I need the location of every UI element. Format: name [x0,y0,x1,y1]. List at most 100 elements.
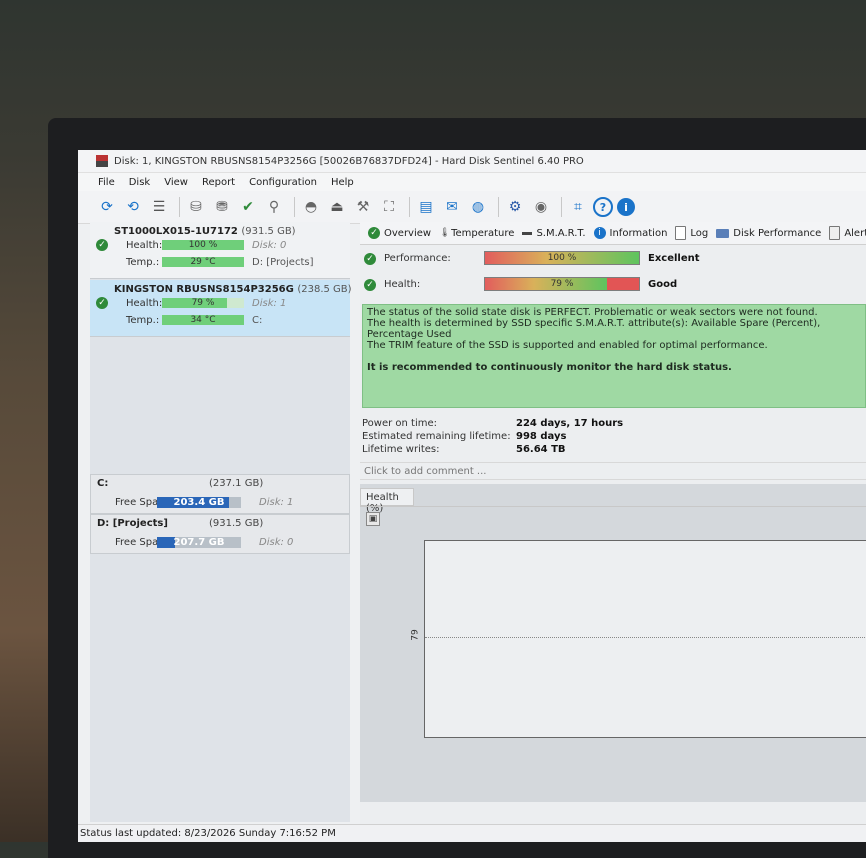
refresh-warning-icon[interactable]: ⟲ [122,196,144,218]
disk-schedule-icon[interactable]: ⛃ [211,196,233,218]
stat-row: Estimated remaining lifetime: 998 days [362,431,866,444]
tab-smart[interactable]: S.M.A.R.T. [522,228,586,239]
list-icon[interactable]: ☰ [148,196,170,218]
info-icon: i [593,227,606,239]
refresh-icon[interactable]: ⟳ [96,196,118,218]
temp-value: 34 °C [190,315,216,325]
menu-report[interactable]: Report [202,177,235,188]
tab-overview[interactable]: ✓ Overview [368,227,431,239]
stat-value: 56.64 TB [516,444,566,455]
stat-row: Power on time: 224 days, 17 hours [362,418,866,431]
disk-check-icon[interactable]: ✔ [237,196,259,218]
disk-name: KINGSTON RBUSNS8154P3256G [114,284,294,295]
performance-rating: Excellent [648,253,700,264]
volume-capacity: (237.1 GB) [209,478,264,489]
tab-disk-performance[interactable]: Disk Performance [716,228,821,239]
disk-temp-row: Temp.: 34 °C C: [90,312,350,329]
volume-capacity: (931.5 GB) [209,518,264,529]
sound-icon[interactable]: ◉ [530,196,552,218]
disk-entry-0[interactable]: ST1000LX015-1U7172 (931.5 GB) ✓ Health: … [90,222,350,279]
temp-bar: 29 °C [162,257,244,267]
eject-icon[interactable]: ⏏ [326,196,348,218]
disk-search-icon[interactable]: ⚲ [263,196,285,218]
disk-health-row: ✓ Health: 100 % Disk: 0 [90,237,350,254]
free-space-value: 207.7 GB [173,537,225,548]
drive-icon[interactable]: ◓ [300,196,322,218]
y-tick-label: 79 [410,629,421,641]
disk-health-row: ✓ Health: 79 % Disk: 1 [90,295,350,312]
volume-entry-c[interactable]: C: (237.1 GB) Free Space 203.4 GB Disk: … [90,474,350,514]
app-logo-icon [96,155,108,167]
disk-list-panel: ST1000LX015-1U7172 (931.5 GB) ✓ Health: … [90,222,352,822]
app-window: Disk: 1, KINGSTON RBUSNS8154P3256G [5002… [78,150,866,842]
stat-label: Estimated remaining lifetime: [362,431,511,442]
log-icon [675,226,687,240]
stat-row: Lifetime writes: 56.64 TB [362,444,866,457]
stat-value: 998 days [516,431,567,442]
disk-entry-1[interactable]: KINGSTON RBUSNS8154P3256G (238.5 GB) ✓ H… [90,280,352,337]
stat-label: Power on time: [362,418,438,429]
settings-icon[interactable]: ⚙ [504,196,526,218]
disk-temp-row: Temp.: 29 °C D: [Projects] [90,254,350,271]
health-value: 79 % [191,298,215,308]
performance-label: Performance: [384,253,451,264]
tab-information[interactable]: i Information [593,227,667,239]
recommendation: It is recommended to continuously monito… [367,362,732,373]
check-icon: ✓ [364,279,376,291]
temp-value: 29 °C [190,257,216,267]
disk-test-icon[interactable]: ⛁ [185,196,207,218]
tools-icon[interactable]: ⚒ [352,196,374,218]
health-bar: 79 % [162,298,244,308]
health-graph [424,540,866,738]
tab-log[interactable]: Log [675,226,708,240]
health-bar: 79 % [484,277,640,291]
temp-label: Temp.: [126,257,160,268]
temp-label: Temp.: [126,315,160,326]
save-icon[interactable]: ▣ [366,512,380,526]
details-panel: ✓ Overview 🌡 Temperature S.M.A.R.T. i In… [360,222,866,842]
volume-disk-index: Disk: 1 [259,497,294,508]
tab-temperature[interactable]: 🌡 Temperature [439,227,514,239]
help-icon[interactable]: ? [593,197,613,217]
disk-stats: Power on time: 224 days, 17 hours Estima… [362,418,866,457]
check-icon: ✓ [364,253,376,265]
mail-icon[interactable]: ✉ [441,196,463,218]
check-icon: ✓ [96,297,108,309]
menu-view[interactable]: View [164,177,188,188]
performance-bar: 100 % [484,251,640,265]
screenshot-icon[interactable]: ⌗ [567,196,589,218]
menu-disk[interactable]: Disk [129,177,150,188]
comment-field[interactable]: Click to add comment ... [360,462,866,480]
disk-name: ST1000LX015-1U7172 [114,226,238,237]
menu-file[interactable]: File [98,177,115,188]
volume-entry-d[interactable]: D: [Projects] (931.5 GB) Free Space 207.… [90,514,350,554]
status-bar: Status last updated: 8/23/2026 Sunday 7:… [78,824,866,842]
health-bar: 100 % [162,240,244,250]
status-line: The TRIM feature of the SSD is supported… [367,340,768,351]
info-icon[interactable]: i [617,198,635,216]
menu-help[interactable]: Help [331,177,354,188]
health-value: 79 % [550,279,574,289]
performance-value: 100 % [547,253,577,263]
disk-volume: D: [Projects] [252,257,314,268]
health-label: Health: [384,279,421,290]
disk-capacity: (931.5 GB) [241,226,296,237]
title-bar: Disk: 1, KINGSTON RBUSNS8154P3256G [5002… [78,150,866,173]
toolbar-separator [561,197,562,217]
smart-icon [522,231,533,235]
notes-icon[interactable]: ▤ [415,196,437,218]
free-space-bar: 203.4 GB [157,497,241,508]
toolbar-separator [498,197,499,217]
tab-health-graph[interactable]: Health (%) [360,488,414,514]
drive-share-icon[interactable]: ⛶ [378,196,400,218]
menu-configuration[interactable]: Configuration [249,177,317,188]
health-label: Health: [126,298,163,309]
tab-alerts[interactable]: Alerts [829,226,866,240]
globe-icon[interactable]: ◍ [467,196,489,218]
free-space-bar: 207.7 GB [157,537,241,548]
health-line [425,637,866,638]
check-icon: ✓ [96,239,108,251]
check-icon: ✓ [368,227,380,239]
alerts-icon [829,226,841,240]
status-line: The status of the solid state disk is PE… [367,307,818,318]
